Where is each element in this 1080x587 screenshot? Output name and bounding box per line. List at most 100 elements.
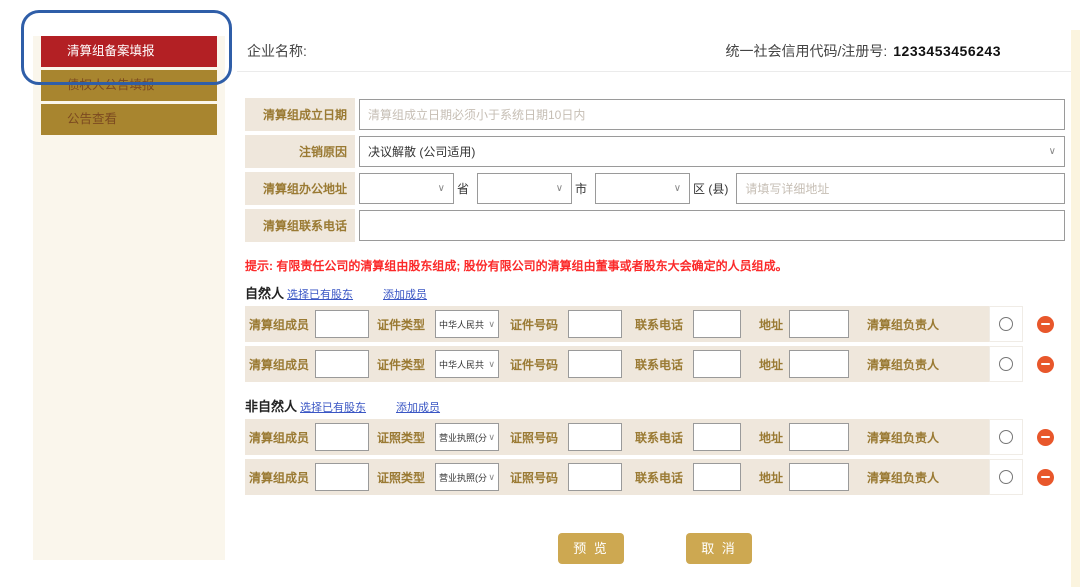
member-name-input[interactable] <box>315 350 369 378</box>
natural-person-section-header: 自然人 选择已有股东 添加成员 <box>245 283 1071 302</box>
cert-type-select[interactable]: 中华人民共 ∨ <box>435 350 499 378</box>
credit-code-group: 统一社会信用代码/注册号: 1233453456243 <box>725 41 1001 61</box>
member-address-input[interactable] <box>789 310 849 338</box>
member-row: 清算组成员 证照类型 营业执照(分 ∨ 证照号码 联系电话 地址 清算组负责人 <box>245 419 1023 455</box>
leader-label: 清算组负责人 <box>867 356 949 373</box>
leader-radio[interactable] <box>999 317 1013 331</box>
remove-member-button[interactable] <box>1037 469 1054 486</box>
leader-label: 清算组负责人 <box>867 469 949 486</box>
natural-member-row-1: 清算组成员 证件类型 中华人民共 ∨ 证件号码 联系电话 地址 清算组负责人 <box>245 306 1071 342</box>
leader-radio[interactable] <box>999 430 1013 444</box>
license-type-label: 证照类型 <box>377 429 435 446</box>
contact-phone-input[interactable] <box>359 210 1065 241</box>
member-address-input[interactable] <box>789 463 849 491</box>
action-buttons: 预 览 取 消 <box>245 533 1065 564</box>
member-name-label: 清算组成员 <box>245 469 315 486</box>
license-no-label: 证照号码 <box>510 469 568 486</box>
member-phone-input[interactable] <box>693 310 741 338</box>
leader-label: 清算组负责人 <box>867 429 949 446</box>
cancel-reason-label: 注销原因 <box>245 135 355 168</box>
sidebar-item-liquidation-filing[interactable]: 清算组备案填报 <box>41 36 217 67</box>
member-row: 清算组成员 证照类型 营业执照(分 ∨ 证照号码 联系电话 地址 清算组负责人 <box>245 459 1023 495</box>
member-phone-label: 联系电话 <box>635 316 693 333</box>
office-address-field: ∨ 省 ∨ 市 ∨ 区 (县) <box>359 172 1065 205</box>
cert-no-input[interactable] <box>568 310 622 338</box>
address-detail-input[interactable] <box>736 173 1065 204</box>
content-right-edge <box>1071 30 1080 587</box>
cert-no-input[interactable] <box>568 350 622 378</box>
member-phone-input[interactable] <box>693 423 741 451</box>
cert-type-label: 证件类型 <box>377 316 435 333</box>
cert-no-label: 证件号码 <box>510 316 568 333</box>
remove-member-button[interactable] <box>1037 429 1054 446</box>
sidebar: 清算组备案填报 债权人公告填报 公告查看 <box>33 36 225 560</box>
leader-radio-cell <box>989 346 1023 382</box>
non-natural-person-title: 非自然人 <box>245 396 297 415</box>
member-name-input[interactable] <box>315 423 369 451</box>
member-phone-label: 联系电话 <box>635 469 693 486</box>
member-address-input[interactable] <box>789 423 849 451</box>
leader-label: 清算组负责人 <box>867 316 949 333</box>
member-address-label: 地址 <box>759 316 789 333</box>
non-natural-member-row-2: 清算组成员 证照类型 营业执照(分 ∨ 证照号码 联系电话 地址 清算组负责人 <box>245 459 1071 495</box>
remove-member-button[interactable] <box>1037 316 1054 333</box>
cancel-button[interactable]: 取 消 <box>686 533 752 564</box>
province-select[interactable]: ∨ <box>359 173 454 204</box>
leader-radio[interactable] <box>999 470 1013 484</box>
license-no-input[interactable] <box>568 423 622 451</box>
form-hint-text: 提示: 有限责任公司的清算组由股东组成; 股份有限公司的清算组由董事或者股东大会… <box>245 257 1071 274</box>
leader-radio[interactable] <box>999 357 1013 371</box>
minus-icon <box>1041 323 1050 326</box>
establish-date-input[interactable] <box>359 99 1065 130</box>
chevron-down-icon: ∨ <box>488 432 495 443</box>
natural-person-title: 自然人 <box>245 283 284 302</box>
chevron-down-icon: ∨ <box>1049 146 1056 157</box>
license-type-value: 营业执照(分 <box>439 431 487 444</box>
sidebar-item-label: 公告查看 <box>67 112 117 126</box>
member-name-input[interactable] <box>315 310 369 338</box>
license-type-select[interactable]: 营业执照(分 ∨ <box>435 423 499 451</box>
liquidation-form: 清算组成立日期 注销原因 决议解散 (公司适用) ∨ 清算组办公地址 <box>245 98 1065 242</box>
select-existing-shareholder-link[interactable]: 选择已有股东 <box>287 286 353 302</box>
chevron-down-icon: ∨ <box>556 183 563 194</box>
form-row-office-address: 清算组办公地址 ∨ 省 ∨ 市 ∨ 区 <box>245 172 1065 205</box>
chevron-down-icon: ∨ <box>488 319 495 330</box>
member-phone-input[interactable] <box>693 350 741 378</box>
office-address-label: 清算组办公地址 <box>245 172 355 205</box>
credit-code-label: 统一社会信用代码/注册号: <box>725 41 887 61</box>
license-no-input[interactable] <box>568 463 622 491</box>
form-row-contact-phone: 清算组联系电话 <box>245 209 1065 242</box>
cert-no-label: 证件号码 <box>510 356 568 373</box>
member-phone-input[interactable] <box>693 463 741 491</box>
select-existing-shareholder-link[interactable]: 选择已有股东 <box>300 399 366 415</box>
remove-member-button[interactable] <box>1037 356 1054 373</box>
add-member-link[interactable]: 添加成员 <box>383 286 427 302</box>
member-name-label: 清算组成员 <box>245 316 315 333</box>
preview-button[interactable]: 预 览 <box>558 533 624 564</box>
minus-icon <box>1041 363 1050 366</box>
license-type-label: 证照类型 <box>377 469 435 486</box>
member-address-input[interactable] <box>789 350 849 378</box>
form-row-cancel-reason: 注销原因 决议解散 (公司适用) ∨ <box>245 135 1065 168</box>
add-member-link[interactable]: 添加成员 <box>396 399 440 415</box>
main-content: 企业名称: 统一社会信用代码/注册号: 1233453456243 清算组成立日… <box>237 30 1071 564</box>
chevron-down-icon: ∨ <box>674 183 681 194</box>
minus-icon <box>1041 436 1050 439</box>
member-row: 清算组成员 证件类型 中华人民共 ∨ 证件号码 联系电话 地址 清算组负责人 <box>245 306 1023 342</box>
leader-radio-cell <box>989 459 1023 495</box>
cert-type-value: 中华人民共 <box>439 358 484 371</box>
member-phone-label: 联系电话 <box>635 429 693 446</box>
establish-date-field <box>359 98 1065 131</box>
non-natural-person-section-header: 非自然人 选择已有股东 添加成员 <box>245 396 1071 415</box>
member-name-label: 清算组成员 <box>245 429 315 446</box>
member-name-input[interactable] <box>315 463 369 491</box>
sidebar-item-creditor-announcement[interactable]: 债权人公告填报 <box>41 70 217 101</box>
cancel-reason-select[interactable]: 决议解散 (公司适用) ∨ <box>359 136 1065 167</box>
license-type-select[interactable]: 营业执照(分 ∨ <box>435 463 499 491</box>
city-select[interactable]: ∨ <box>477 173 572 204</box>
sidebar-item-announcement-view[interactable]: 公告查看 <box>41 104 217 135</box>
cert-type-select[interactable]: 中华人民共 ∨ <box>435 310 499 338</box>
chevron-down-icon: ∨ <box>438 183 445 194</box>
district-select[interactable]: ∨ <box>595 173 690 204</box>
member-address-label: 地址 <box>759 429 789 446</box>
